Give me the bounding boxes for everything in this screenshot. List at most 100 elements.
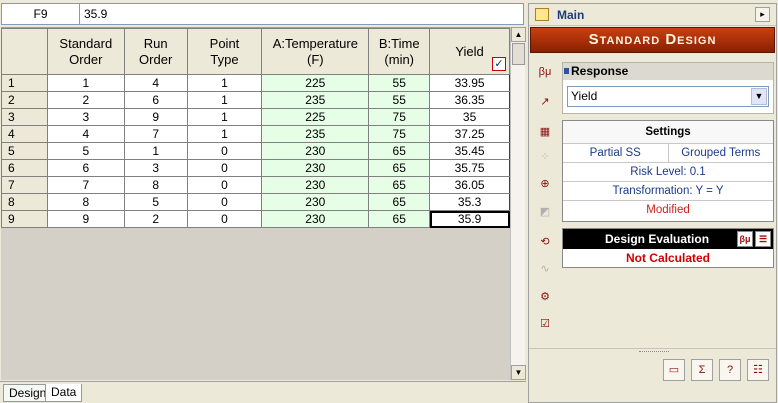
grid-cell[interactable]: 6	[46, 159, 125, 177]
chevron-down-icon[interactable]: ▼	[751, 88, 767, 105]
analysis-table-icon[interactable]: ▦	[535, 122, 555, 142]
row-header[interactable]: 2	[1, 91, 48, 109]
column-header-yield[interactable]: Yield ✓	[429, 28, 510, 75]
grid-cell[interactable]: 75	[368, 125, 431, 143]
grid-cell[interactable]: 55	[368, 91, 431, 109]
scroll-down-icon[interactable]: ▼	[511, 365, 526, 380]
grid-cell[interactable]: 9	[46, 210, 125, 228]
grid-cell[interactable]: 65	[368, 193, 431, 211]
grid-cell[interactable]: 235	[261, 91, 370, 109]
grid-cell[interactable]: 9	[123, 108, 188, 126]
settings-section: Settings Partial SS Grouped Terms Risk L…	[562, 120, 774, 222]
grid-cell[interactable]: 225	[261, 74, 370, 92]
grid-cell[interactable]: 1	[186, 91, 263, 109]
grid-cell[interactable]: 65	[368, 159, 431, 177]
grid-cell[interactable]: 0	[186, 176, 263, 194]
grid-cell[interactable]: 5	[123, 193, 188, 211]
grid-cell[interactable]: 0	[186, 193, 263, 211]
grid-cell[interactable]: 1	[186, 125, 263, 143]
grid-cell[interactable]: 37.25	[429, 125, 510, 143]
grid-cell[interactable]: 1	[46, 74, 125, 92]
column-header-temperature[interactable]: A:Temperature (F)	[261, 28, 370, 75]
grid-cell[interactable]: 75	[368, 108, 431, 126]
grouped-terms-option[interactable]: Grouped Terms	[667, 144, 774, 162]
grid-cell[interactable]: 7	[123, 125, 188, 143]
grid-cell[interactable]: 33.95	[429, 74, 510, 92]
grid-cell[interactable]: 230	[261, 210, 370, 228]
cell-value-input[interactable]: 35.9	[80, 4, 523, 24]
grid-cell[interactable]: 4	[123, 74, 188, 92]
grid-cell[interactable]: 55	[368, 74, 431, 92]
risk-level-setting[interactable]: Risk Level: 0.1	[563, 163, 773, 182]
grid-cell[interactable]: 0	[186, 210, 263, 228]
grid-cell[interactable]: 35.45	[429, 142, 510, 160]
row-header[interactable]: 1	[1, 74, 48, 92]
beta-mu-icon[interactable]: βμ	[737, 231, 753, 247]
grid-cell[interactable]: 8	[46, 193, 125, 211]
panel-menu-icon[interactable]: ▸	[755, 7, 770, 22]
tab-data[interactable]: Data	[45, 384, 83, 402]
grid-cell[interactable]: 1	[186, 108, 263, 126]
transformation-setting[interactable]: Transformation: Y = Y	[563, 182, 773, 201]
sigma-report-icon[interactable]: Σ	[691, 359, 713, 381]
grid-corner[interactable]	[1, 28, 48, 75]
help-icon[interactable]: ?	[719, 359, 741, 381]
grid-cell[interactable]: 2	[123, 210, 188, 228]
grid-cell[interactable]: 4	[46, 125, 125, 143]
grid-cell[interactable]: 235	[261, 125, 370, 143]
grid-cell[interactable]: 36.35	[429, 91, 510, 109]
factor-settings-icon[interactable]: ⚙	[535, 287, 555, 307]
row-header[interactable]: 8	[1, 193, 48, 211]
resize-grip[interactable]	[639, 351, 669, 354]
row-header[interactable]: 6	[1, 159, 48, 177]
grid-cell[interactable]: 230	[261, 193, 370, 211]
column-header-standard-order[interactable]: Standard Order	[46, 28, 125, 75]
beta-mu-icon[interactable]: βμ	[535, 62, 555, 82]
row-header[interactable]: 3	[1, 108, 48, 126]
row-header[interactable]: 4	[1, 125, 48, 143]
grid-cell[interactable]: 35.75	[429, 159, 510, 177]
grid-cell[interactable]: 35	[429, 108, 510, 126]
scroll-up-icon[interactable]: ▲	[511, 27, 526, 42]
target-icon[interactable]: ⊕	[535, 174, 555, 194]
trend-line-icon[interactable]: ↗	[535, 92, 555, 112]
grid-cell[interactable]: 65	[368, 142, 431, 160]
partial-ss-option[interactable]: Partial SS	[563, 144, 668, 162]
checklist-icon[interactable]: ☑	[535, 314, 555, 334]
grid-cell[interactable]: 0	[186, 159, 263, 177]
list-icon[interactable]: ☰	[755, 231, 771, 247]
notes-icon[interactable]: ☷	[747, 359, 769, 381]
active-grid-cell[interactable]: 35.9	[429, 210, 510, 228]
grid-cell[interactable]: 230	[261, 159, 370, 177]
optimize-icon[interactable]: ⟲	[535, 232, 555, 252]
row-header[interactable]: 5	[1, 142, 48, 160]
grid-cell[interactable]: 1	[123, 142, 188, 160]
grid-cell[interactable]: 7	[46, 176, 125, 194]
column-header-time[interactable]: B:Time (min)	[368, 28, 431, 75]
row-header[interactable]: 7	[1, 176, 48, 194]
vertical-scrollbar[interactable]: ▲ ▼	[510, 27, 526, 380]
scroll-thumb[interactable]	[512, 43, 525, 65]
grid-cell[interactable]: 0	[186, 142, 263, 160]
grid-cell[interactable]: 65	[368, 210, 431, 228]
grid-cell[interactable]: 65	[368, 176, 431, 194]
grid-cell[interactable]: 8	[123, 176, 188, 194]
grid-cell[interactable]: 225	[261, 108, 370, 126]
column-header-run-order[interactable]: Run Order	[123, 28, 188, 75]
row-header[interactable]: 9	[1, 210, 48, 228]
grid-cell[interactable]: 2	[46, 91, 125, 109]
response-select[interactable]: Yield ▼	[567, 86, 769, 107]
grid-cell[interactable]: 35.3	[429, 193, 510, 211]
grid-cell[interactable]: 230	[261, 176, 370, 194]
grid-cell[interactable]: 3	[123, 159, 188, 177]
grid-cell[interactable]: 5	[46, 142, 125, 160]
grid-cell[interactable]: 3	[46, 108, 125, 126]
column-header-point-type[interactable]: Point Type	[186, 28, 263, 75]
grid-cell[interactable]: 1	[186, 74, 263, 92]
grid-cell[interactable]: 36.05	[429, 176, 510, 194]
formula-bar: F9 35.9	[1, 3, 524, 25]
grid-cell[interactable]: 6	[123, 91, 188, 109]
grid-cell[interactable]: 230	[261, 142, 370, 160]
response-checkbox[interactable]: ✓	[492, 57, 506, 71]
window-icon[interactable]: ▭	[663, 359, 685, 381]
